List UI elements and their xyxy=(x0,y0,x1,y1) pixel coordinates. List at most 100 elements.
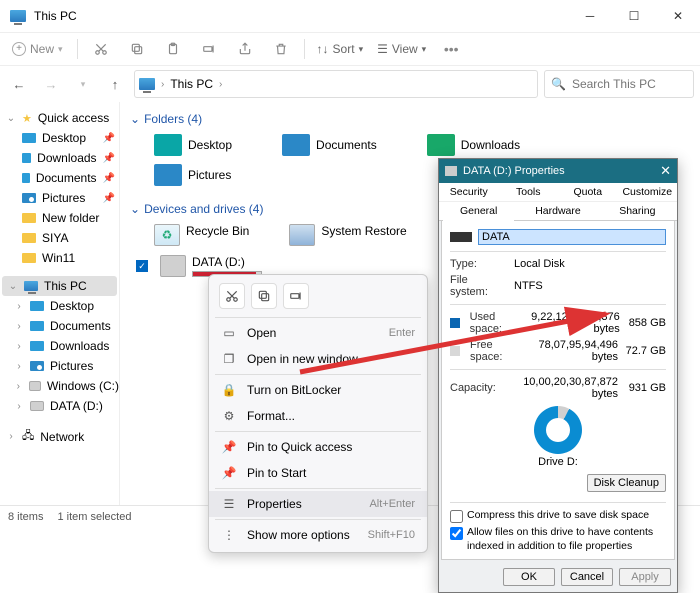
share-button[interactable] xyxy=(230,35,260,63)
context-bitlocker[interactable]: 🔒Turn on BitLocker xyxy=(209,377,427,403)
sidebar-item-downloads[interactable]: Downloads📌 xyxy=(0,148,119,168)
sidebar-item-this-pc[interactable]: ⌄ This PC xyxy=(2,276,117,296)
tab-security[interactable]: Security xyxy=(439,183,499,201)
more-button[interactable]: ••• xyxy=(436,35,466,63)
used-swatch xyxy=(450,318,460,328)
sidebar-tree-pictures[interactable]: ›Pictures xyxy=(0,356,119,376)
folders-section-header[interactable]: ⌄Folders (4) xyxy=(130,106,690,130)
cut-button[interactable] xyxy=(219,283,245,309)
index-checkbox[interactable] xyxy=(450,527,463,540)
tab-hardware[interactable]: Hardware xyxy=(518,201,597,220)
quick-access-label: Quick access xyxy=(38,111,109,125)
folder-item-documents[interactable]: Documents xyxy=(282,134,377,156)
sidebar-tree-desktop[interactable]: ›Desktop xyxy=(0,296,119,316)
folder-item-pictures[interactable]: Pictures xyxy=(154,164,231,186)
context-pin-start[interactable]: 📌Pin to Start xyxy=(209,460,427,486)
crumb-this-pc[interactable]: This PC xyxy=(170,77,213,91)
folder-icon xyxy=(22,133,36,143)
ok-button[interactable]: OK xyxy=(503,568,555,586)
drive-icon xyxy=(450,232,472,242)
delete-button[interactable] xyxy=(266,35,296,63)
apply-button[interactable]: Apply xyxy=(619,568,671,586)
copy-button[interactable] xyxy=(122,35,152,63)
dialog-tabs: Security Tools Quota Customize General H… xyxy=(439,183,677,221)
pin-icon: 📌 xyxy=(103,193,115,204)
used-label: Used space: xyxy=(470,311,526,335)
index-option[interactable]: Allow files on this drive to have conten… xyxy=(450,526,666,553)
context-open[interactable]: ▭OpenEnter xyxy=(209,320,427,346)
sort-button[interactable]: ↑↓ Sort ▾ xyxy=(313,42,368,56)
sidebar-tree-downloads[interactable]: ›Downloads xyxy=(0,336,119,356)
selection-checkbox[interactable]: ✓ xyxy=(130,254,154,278)
new-label: New xyxy=(30,42,54,56)
context-format[interactable]: ⚙Format... xyxy=(209,403,427,429)
sidebar-item-pictures[interactable]: Pictures📌 xyxy=(0,188,119,208)
free-label: Free space: xyxy=(470,339,528,363)
drive-icon xyxy=(445,166,457,176)
rename-button[interactable] xyxy=(283,283,309,309)
disk-cleanup-button[interactable]: Disk Cleanup xyxy=(587,474,666,492)
tab-customize[interactable]: Customize xyxy=(618,183,678,201)
used-gb: 858 GB xyxy=(626,317,666,329)
chevron-right-icon: › xyxy=(14,301,24,312)
view-label: View xyxy=(392,42,418,56)
new-button[interactable]: + New ▾ xyxy=(6,42,69,56)
forward-button[interactable]: → xyxy=(38,71,64,97)
drive-item-recycle-bin[interactable]: Recycle Bin xyxy=(154,224,249,246)
cut-button[interactable] xyxy=(86,35,116,63)
sidebar-item-network[interactable]: › 🖧 Network xyxy=(0,424,119,449)
volume-name-field[interactable]: DATA xyxy=(478,229,666,245)
window-title: This PC xyxy=(34,9,77,23)
tab-quota[interactable]: Quota xyxy=(558,183,618,201)
chevron-right-icon: › xyxy=(219,79,222,90)
sidebar-tree-windows-c[interactable]: ›Windows (C:) xyxy=(0,376,119,396)
network-label: Network xyxy=(40,430,84,444)
capacity-label: Capacity: xyxy=(450,382,508,394)
up-button[interactable]: ↑ xyxy=(102,71,128,97)
breadcrumb[interactable]: › This PC › xyxy=(134,70,538,98)
sidebar-item-win11[interactable]: Win11 xyxy=(0,248,119,268)
back-button[interactable]: ← xyxy=(6,71,32,97)
sidebar-item-siya[interactable]: SIYA xyxy=(0,228,119,248)
folder-item-downloads[interactable]: Downloads xyxy=(427,134,520,156)
this-pc-label: This PC xyxy=(44,279,87,293)
copy-button[interactable] xyxy=(251,283,277,309)
folder-item-desktop[interactable]: Desktop xyxy=(154,134,232,156)
close-button[interactable]: ✕ xyxy=(660,163,671,179)
sidebar-tree-documents[interactable]: ›Documents xyxy=(0,316,119,336)
tab-tools[interactable]: Tools xyxy=(499,183,559,201)
search-input[interactable] xyxy=(572,77,687,91)
cancel-button[interactable]: Cancel xyxy=(561,568,613,586)
context-pin-quick[interactable]: 📌Pin to Quick access xyxy=(209,434,427,460)
compress-checkbox[interactable] xyxy=(450,510,463,523)
paste-button[interactable] xyxy=(158,35,188,63)
drive-item-system-restore[interactable]: System Restore xyxy=(289,224,406,246)
context-properties[interactable]: ☰PropertiesAlt+Enter xyxy=(209,491,427,517)
maximize-button[interactable]: ☐ xyxy=(612,0,656,32)
compress-option[interactable]: Compress this drive to save disk space xyxy=(450,509,666,523)
recent-button[interactable]: ▾ xyxy=(70,71,96,97)
context-more-options[interactable]: ⋮Show more optionsShift+F10 xyxy=(209,522,427,548)
type-label: Type: xyxy=(450,258,508,270)
sidebar-item-quick-access[interactable]: ⌄ ★ Quick access xyxy=(0,108,119,128)
view-button[interactable]: ☰ View ▾ xyxy=(373,42,430,56)
dialog-titlebar[interactable]: DATA (D:) Properties ✕ xyxy=(439,159,677,183)
close-button[interactable]: ✕ xyxy=(656,0,700,32)
sidebar-item-documents[interactable]: Documents📌 xyxy=(0,168,119,188)
tab-general[interactable]: General xyxy=(439,201,518,220)
tab-sharing[interactable]: Sharing xyxy=(598,201,677,220)
sidebar-item-new-folder[interactable]: New folder xyxy=(0,208,119,228)
search-box[interactable]: 🔍 xyxy=(544,70,694,98)
context-open-new-window[interactable]: ❐Open in new window xyxy=(209,346,427,372)
rename-button[interactable] xyxy=(194,35,224,63)
sidebar-item-desktop[interactable]: Desktop📌 xyxy=(0,128,119,148)
capacity-gb: 931 GB xyxy=(624,382,666,394)
pc-icon xyxy=(139,78,155,90)
downloads-icon xyxy=(427,134,455,156)
sidebar-tree-data-d[interactable]: ›DATA (D:) xyxy=(0,396,119,416)
navigation-pane: ⌄ ★ Quick access Desktop📌 Downloads📌 Doc… xyxy=(0,102,120,505)
minimize-button[interactable]: ─ xyxy=(568,0,612,32)
format-icon: ⚙ xyxy=(221,409,237,423)
titlebar: This PC ─ ☐ ✕ xyxy=(0,0,700,32)
recycle-bin-icon xyxy=(154,224,180,246)
